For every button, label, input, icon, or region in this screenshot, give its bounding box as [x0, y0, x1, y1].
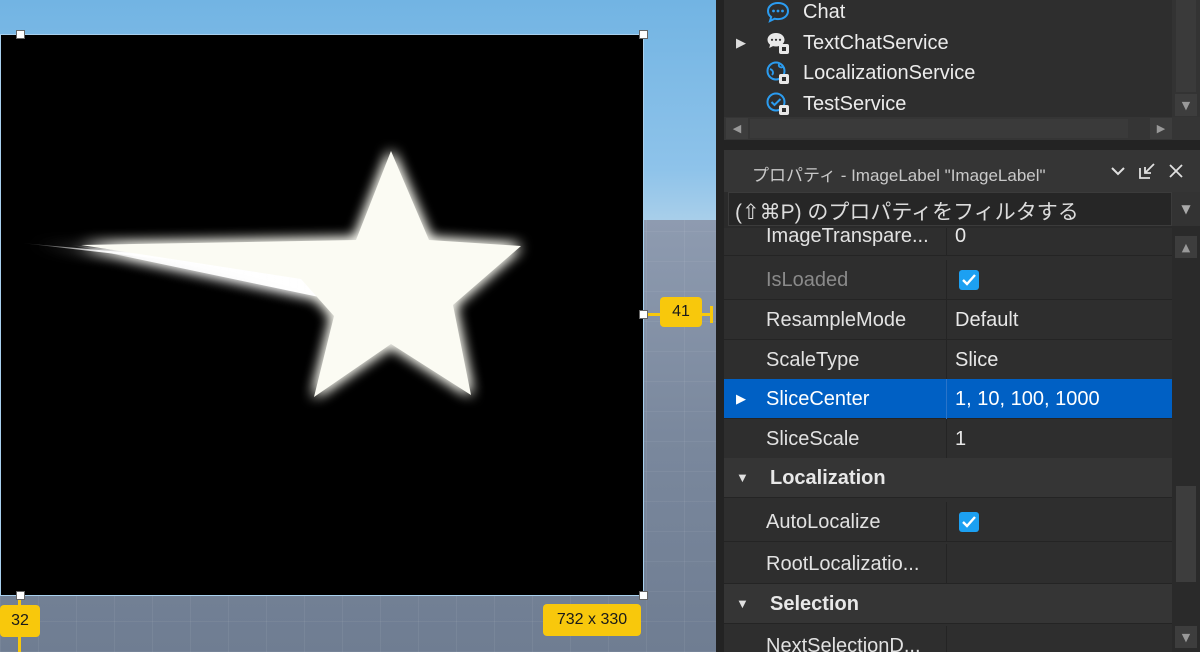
expand-arrow-icon[interactable]: ▶ — [736, 35, 746, 51]
explorer-item-localizationservice[interactable]: LocalizationService — [724, 58, 1172, 88]
explorer-item-chat[interactable]: Chat — [724, 0, 1172, 27]
panel-divider — [724, 140, 1200, 150]
property-value[interactable] — [946, 544, 1172, 584]
property-row-slicescale[interactable]: SliceScale 1 — [724, 419, 1172, 459]
explorer-item-label: LocalizationService — [803, 61, 976, 84]
expand-arrow-icon[interactable]: ▶ — [736, 391, 746, 407]
property-name: SliceScale — [766, 428, 860, 450]
text-chat-service-icon — [766, 31, 790, 55]
properties-vertical-scrollbar[interactable]: ▲ ▼ — [1172, 228, 1200, 652]
properties-filter-input[interactable]: (⇧⌘P) のプロパティをフィルタする — [728, 192, 1172, 226]
property-name: ScaleType — [766, 349, 860, 371]
resize-handle-bottom-left[interactable] — [16, 591, 25, 600]
property-name: ImageTranspare... — [766, 228, 929, 247]
size-tag: 732 x 330 — [543, 604, 641, 636]
property-value[interactable]: 1 — [946, 419, 1172, 459]
explorer-item-label: Chat — [803, 0, 846, 23]
scroll-left-arrow-icon[interactable]: ◀ — [726, 118, 748, 139]
property-row-scaletype[interactable]: ScaleType Slice — [724, 340, 1172, 380]
explorer-item-label: TestService — [803, 92, 907, 115]
explorer-horizontal-scrollbar[interactable]: ◀ ▶ — [724, 117, 1200, 140]
close-icon[interactable] — [1166, 161, 1186, 181]
property-name: ResampleMode — [766, 309, 907, 331]
resize-handle-bottom-right[interactable] — [639, 591, 648, 600]
properties-filter-row: (⇧⌘P) のプロパティをフィルタする ▼ — [724, 192, 1200, 228]
scroll-up-arrow-icon[interactable]: ▲ — [1175, 236, 1197, 258]
panel-splitter[interactable] — [716, 0, 724, 652]
property-value[interactable] — [946, 626, 1172, 652]
properties-grid: ImageTranspare... 0 IsLoaded ResampleMod… — [724, 228, 1172, 652]
property-value[interactable]: Default — [946, 300, 1172, 340]
explorer-vertical-scrollbar[interactable]: ▼ — [1172, 0, 1200, 117]
chat-icon — [766, 0, 790, 24]
property-row-autolocalize[interactable]: AutoLocalize — [724, 502, 1172, 542]
property-name: SliceCenter — [766, 388, 870, 410]
offset-bottom-tag: 32 — [0, 605, 40, 637]
test-service-icon — [766, 92, 790, 116]
property-category-selection[interactable]: ▼ Selection — [724, 584, 1172, 624]
filter-dropdown-arrow-icon[interactable]: ▼ — [1172, 192, 1200, 226]
explorer-item-textchatservice[interactable]: ▶ TextChatService — [724, 28, 1172, 58]
property-value[interactable]: 1, 10, 100, 1000 — [946, 379, 1172, 419]
collapse-arrow-icon[interactable]: ▼ — [736, 470, 749, 485]
isloaded-checkbox — [959, 270, 979, 290]
category-name: Localization — [770, 467, 886, 489]
property-row-nextselectiondown[interactable]: NextSelectionD... — [724, 626, 1172, 652]
localization-service-icon — [766, 61, 790, 85]
explorer-item-testservice[interactable]: TestService — [724, 89, 1172, 119]
collapse-arrow-icon[interactable]: ▼ — [736, 596, 749, 611]
property-name: IsLoaded — [766, 269, 849, 291]
property-row-imagetransparency[interactable]: ImageTranspare... 0 — [724, 228, 1172, 256]
scroll-down-arrow-icon[interactable]: ▼ — [1175, 626, 1197, 648]
image-label-frame[interactable] — [0, 34, 644, 596]
explorer-panel: Chat ▶ TextChatService LocalizationServi… — [724, 0, 1200, 140]
explorer-scroll-thumb[interactable] — [1176, 0, 1196, 92]
property-row-rootlocalizationtable[interactable]: RootLocalizatio... — [724, 544, 1172, 584]
star-image — [21, 151, 521, 397]
property-value — [946, 260, 1172, 300]
property-row-isloaded[interactable]: IsLoaded — [724, 260, 1172, 300]
property-value — [946, 502, 1172, 542]
property-value[interactable]: Slice — [946, 340, 1172, 380]
property-name: NextSelectionD... — [766, 635, 921, 652]
properties-header: プロパティ - ImageLabel "ImageLabel" — [724, 150, 1200, 192]
explorer-item-label: TextChatService — [803, 31, 949, 54]
property-row-resamplemode[interactable]: ResampleMode Default — [724, 300, 1172, 340]
autolocalize-checkbox[interactable] — [959, 512, 979, 532]
viewport[interactable]: 41 32 732 x 330 — [0, 0, 716, 652]
property-name: RootLocalizatio... — [766, 553, 920, 575]
resize-handle-top-right[interactable] — [639, 30, 648, 39]
resize-handle-top-left[interactable] — [16, 30, 25, 39]
properties-scroll-thumb[interactable] — [1176, 486, 1196, 582]
properties-title: プロパティ - ImageLabel "ImageLabel" — [752, 166, 1046, 185]
chevron-down-icon[interactable] — [1108, 161, 1128, 181]
property-category-localization[interactable]: ▼ Localization — [724, 458, 1172, 498]
property-row-slicecenter[interactable]: ▶ SliceCenter 1, 10, 100, 1000 — [724, 379, 1172, 419]
property-value[interactable]: 0 — [946, 228, 1172, 256]
offset-right-tick — [710, 306, 713, 323]
scroll-right-arrow-icon[interactable]: ▶ — [1150, 118, 1172, 139]
offset-right-tag: 41 — [660, 297, 702, 327]
resize-handle-right[interactable] — [639, 310, 648, 319]
undock-icon[interactable] — [1137, 161, 1157, 181]
category-name: Selection — [770, 593, 859, 615]
explorer-hscroll-thumb[interactable] — [750, 119, 1128, 138]
property-name: AutoLocalize — [766, 511, 881, 533]
scroll-down-arrow-icon[interactable]: ▼ — [1175, 94, 1197, 116]
